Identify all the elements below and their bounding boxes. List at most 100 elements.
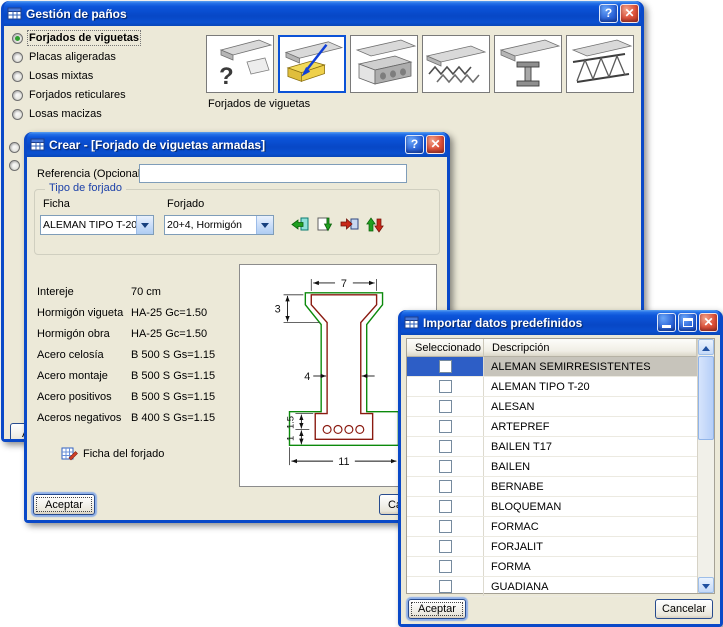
checkbox[interactable] (439, 420, 452, 433)
table-cell-descripcion[interactable]: ALEMAN SEMIRRESISTENTES (484, 357, 697, 376)
aceptar-button[interactable]: Aceptar (33, 494, 95, 515)
table-cell-descripcion[interactable]: FORMA (484, 557, 697, 576)
vertical-scrollbar[interactable] (697, 339, 714, 593)
table-cell-descripcion[interactable]: BLOQUEMAN (484, 497, 697, 516)
close-button[interactable]: ✕ (699, 313, 718, 332)
dropdown-arrow-icon[interactable] (136, 216, 153, 234)
table-cell-descripcion[interactable]: BERNABE (484, 477, 697, 496)
table-cell-descripcion[interactable]: ALESAN (484, 397, 697, 416)
checkbox[interactable] (439, 460, 452, 473)
thumbnail-unknown-type[interactable]: ? (206, 35, 274, 93)
radio-forjados-reticulares[interactable]: Forjados reticulares (12, 88, 126, 102)
table-cell-seleccionado[interactable] (407, 397, 484, 416)
table-row[interactable]: ALEMAN SEMIRRESISTENTES (407, 357, 697, 377)
checkbox[interactable] (439, 500, 452, 513)
table-cell-seleccionado[interactable] (407, 537, 484, 556)
table-cell-seleccionado[interactable] (407, 577, 484, 596)
referencia-input[interactable] (139, 164, 407, 183)
property-value: B 500 S Gs=1.15 (131, 391, 215, 403)
checkbox[interactable] (439, 440, 452, 453)
column-header-descripcion[interactable]: Descripción (484, 339, 697, 357)
import-ficha-button[interactable] (289, 215, 311, 237)
table-cell-descripcion[interactable]: ALEMAN TIPO T-20 (484, 377, 697, 396)
checkbox[interactable] (439, 360, 452, 373)
radio-losas-mixtas[interactable]: Losas mixtas (12, 69, 93, 83)
table-cell-seleccionado[interactable] (407, 417, 484, 436)
property-label: Aceros negativos (37, 412, 131, 424)
scroll-down-icon[interactable] (698, 577, 714, 593)
checkbox[interactable] (439, 520, 452, 533)
window-title: Crear - [Forjado de viguetas armadas] (49, 138, 401, 152)
thumbnail-losas-mixtas[interactable] (422, 35, 490, 93)
table-cell-seleccionado[interactable] (407, 457, 484, 476)
radio-placas-aligeradas[interactable]: Placas aligeradas (12, 50, 116, 64)
unknown-type-icon: ? (207, 36, 273, 92)
ficha-del-forjado-link[interactable]: Ficha del forjado (61, 445, 164, 462)
radio-losas-macizas[interactable]: Losas macizas (12, 107, 102, 121)
table-cell-descripcion[interactable]: BAILEN T17 (484, 437, 697, 456)
copy-ficha-button[interactable] (314, 215, 336, 237)
radio-icon (12, 90, 23, 101)
table-row[interactable]: FORMAC (407, 517, 697, 537)
scroll-up-icon[interactable] (698, 339, 714, 355)
table-row[interactable]: FORMA (407, 557, 697, 577)
table-cell-seleccionado[interactable] (407, 357, 484, 376)
table-cell-seleccionado[interactable] (407, 497, 484, 516)
aceptar-button[interactable]: Aceptar (408, 599, 466, 619)
table-row[interactable]: FORJALIT (407, 537, 697, 557)
thumbnail-vigas-metalicas[interactable] (494, 35, 562, 93)
checkbox[interactable] (439, 540, 452, 553)
titlebar-importar[interactable]: Importar datos predefinidos ✕ (401, 310, 720, 335)
column-header-seleccionado[interactable]: Seleccionado (407, 339, 484, 357)
table-cell-descripcion[interactable]: BAILEN (484, 457, 697, 476)
checkbox[interactable] (439, 560, 452, 573)
close-button[interactable]: ✕ (620, 4, 639, 23)
maximize-button[interactable] (678, 313, 697, 332)
table-row[interactable]: GUADIANA (407, 577, 697, 597)
titlebar-crear[interactable]: Crear - [Forjado de viguetas armadas] ? … (27, 132, 447, 157)
thumbnail-celosia[interactable] (566, 35, 634, 93)
thumbnail-placas-aligeradas[interactable] (350, 35, 418, 93)
help-button[interactable]: ? (405, 135, 424, 154)
table-cell-seleccionado[interactable] (407, 437, 484, 456)
table-cell-descripcion[interactable]: GUADIANA (484, 577, 697, 596)
dim-foot-lower: 1 (284, 436, 295, 441)
radio-label: Forjados de viguetas (29, 32, 139, 44)
export-ficha-button[interactable] (339, 215, 361, 237)
ficha-select[interactable]: ALEMAN TIPO T-20 (40, 215, 154, 235)
checkbox[interactable] (439, 580, 452, 593)
table-row[interactable]: BAILEN (407, 457, 697, 477)
forjado-select[interactable]: 20+4, Hormigón (164, 215, 274, 235)
app-grid-icon (7, 6, 22, 21)
property-label: Acero positivos (37, 391, 131, 403)
minimize-button[interactable] (657, 313, 676, 332)
update-fichas-button[interactable] (364, 215, 386, 237)
checkbox[interactable] (439, 480, 452, 493)
table-row[interactable]: ALESAN (407, 397, 697, 417)
property-acero-positivos: Acero positivosB 500 S Gs=1.15 (37, 391, 215, 403)
table-row[interactable]: BLOQUEMAN (407, 497, 697, 517)
table-row[interactable]: BERNABE (407, 477, 697, 497)
checkbox[interactable] (439, 380, 452, 393)
scrollbar-thumb[interactable] (698, 356, 714, 440)
help-button[interactable]: ? (599, 4, 618, 23)
table-cell-seleccionado[interactable] (407, 377, 484, 396)
cancelar-button[interactable]: Cancelar (655, 599, 713, 619)
table-row[interactable]: BAILEN T17 (407, 437, 697, 457)
predefined-data-table: Seleccionado Descripción ALEMAN SEMIRRES… (406, 338, 715, 594)
table-cell-descripcion[interactable]: FORJALIT (484, 537, 697, 556)
table-cell-seleccionado[interactable] (407, 557, 484, 576)
table-row[interactable]: ARTEPREF (407, 417, 697, 437)
table-cell-descripcion[interactable]: FORMAC (484, 517, 697, 536)
table-cell-seleccionado[interactable] (407, 517, 484, 536)
table-cell-descripcion[interactable]: ARTEPREF (484, 417, 697, 436)
thumbnail-forjado-viguetas[interactable] (278, 35, 346, 93)
checkbox[interactable] (439, 400, 452, 413)
table-row[interactable]: ALEMAN TIPO T-20 (407, 377, 697, 397)
close-button[interactable]: ✕ (426, 135, 445, 154)
table-cell-seleccionado[interactable] (407, 477, 484, 496)
titlebar-gestion[interactable]: Gestión de paños ? ✕ (4, 1, 641, 26)
radio-forjados-de-viguetas[interactable]: Forjados de viguetas (12, 31, 139, 45)
property-value: B 400 S Gs=1.15 (131, 412, 215, 424)
dropdown-arrow-icon[interactable] (256, 216, 273, 234)
